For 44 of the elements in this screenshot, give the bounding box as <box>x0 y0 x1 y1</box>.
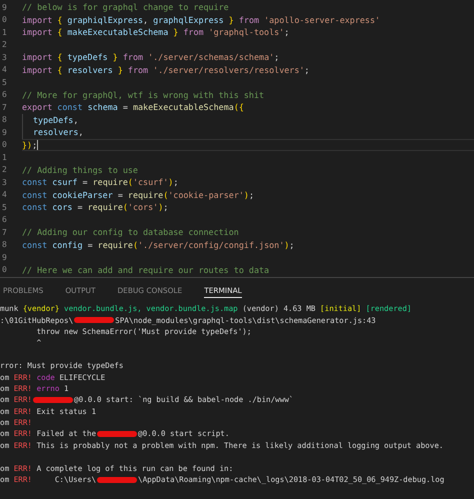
code-text: const cors = require('cors'); <box>22 202 168 212</box>
code-text: export const schema = makeExecutableSchema({ <box>22 102 244 112</box>
text-cursor <box>37 140 38 150</box>
line-number: 0 <box>1 140 8 150</box>
code-text: // Here we can add and require our routes to data <box>22 264 270 275</box>
redaction-scribble <box>33 396 74 403</box>
code-text: resolvers, <box>33 127 84 138</box>
line-number: 6 <box>1 90 8 100</box>
code-text: // Adding our config to database connection <box>22 227 239 238</box>
line-number: 7 <box>1 228 8 237</box>
line-number: 2 <box>1 165 8 174</box>
line-number: 4 <box>1 190 8 200</box>
line-number: 6 <box>1 215 8 224</box>
redaction-scribble <box>97 430 138 437</box>
line-number: 3 <box>1 178 8 187</box>
line-number: 1 <box>1 152 8 162</box>
line-number: 2 <box>1 40 8 50</box>
line-number: 9 <box>1 128 8 137</box>
line-number: 0 <box>1 15 8 24</box>
code-text: typeDefs, <box>33 114 78 125</box>
line-number: 9 <box>1 2 8 12</box>
line-number: 0 <box>1 265 8 274</box>
code-text: import { graphiqlExpress, graphqlExpress } from 'apollo-server-express' <box>22 14 380 25</box>
line-number: 3 <box>1 52 8 62</box>
line-number: 1 <box>1 28 8 37</box>
code-text: import { resolvers } from './server/resolvers/resolvers'; <box>22 64 310 75</box>
line-number: 9 <box>1 252 8 262</box>
line-number: 4 <box>1 65 8 74</box>
code-text: // below is for graphql change to require <box>22 2 229 12</box>
code-text: // More for graphQl, wtf is wrong with this shit <box>22 90 264 100</box>
line-number: 8 <box>1 115 8 124</box>
code-text: const config = require('./server/config/congif.json'); <box>22 240 294 250</box>
line-number: 8 <box>1 240 8 250</box>
redaction-scribble <box>97 476 138 483</box>
code-text: import { typeDefs } from './server/schemas/schema'; <box>22 52 280 62</box>
code-text: const cookieParser = require('cookie-parser'); <box>22 190 254 200</box>
line-number: 5 <box>1 202 8 212</box>
redaction-scribble <box>74 317 114 324</box>
line-number: 7 <box>1 102 8 112</box>
code-text: const csurf = require('csurf'); <box>22 177 178 188</box>
code-text: // Adding things to use <box>22 164 138 175</box>
code-text: import { makeExecutableSchema } from 'graphql-tools'; <box>22 27 290 38</box>
code-text: }); <box>22 140 38 150</box>
line-number: 5 <box>1 78 8 87</box>
